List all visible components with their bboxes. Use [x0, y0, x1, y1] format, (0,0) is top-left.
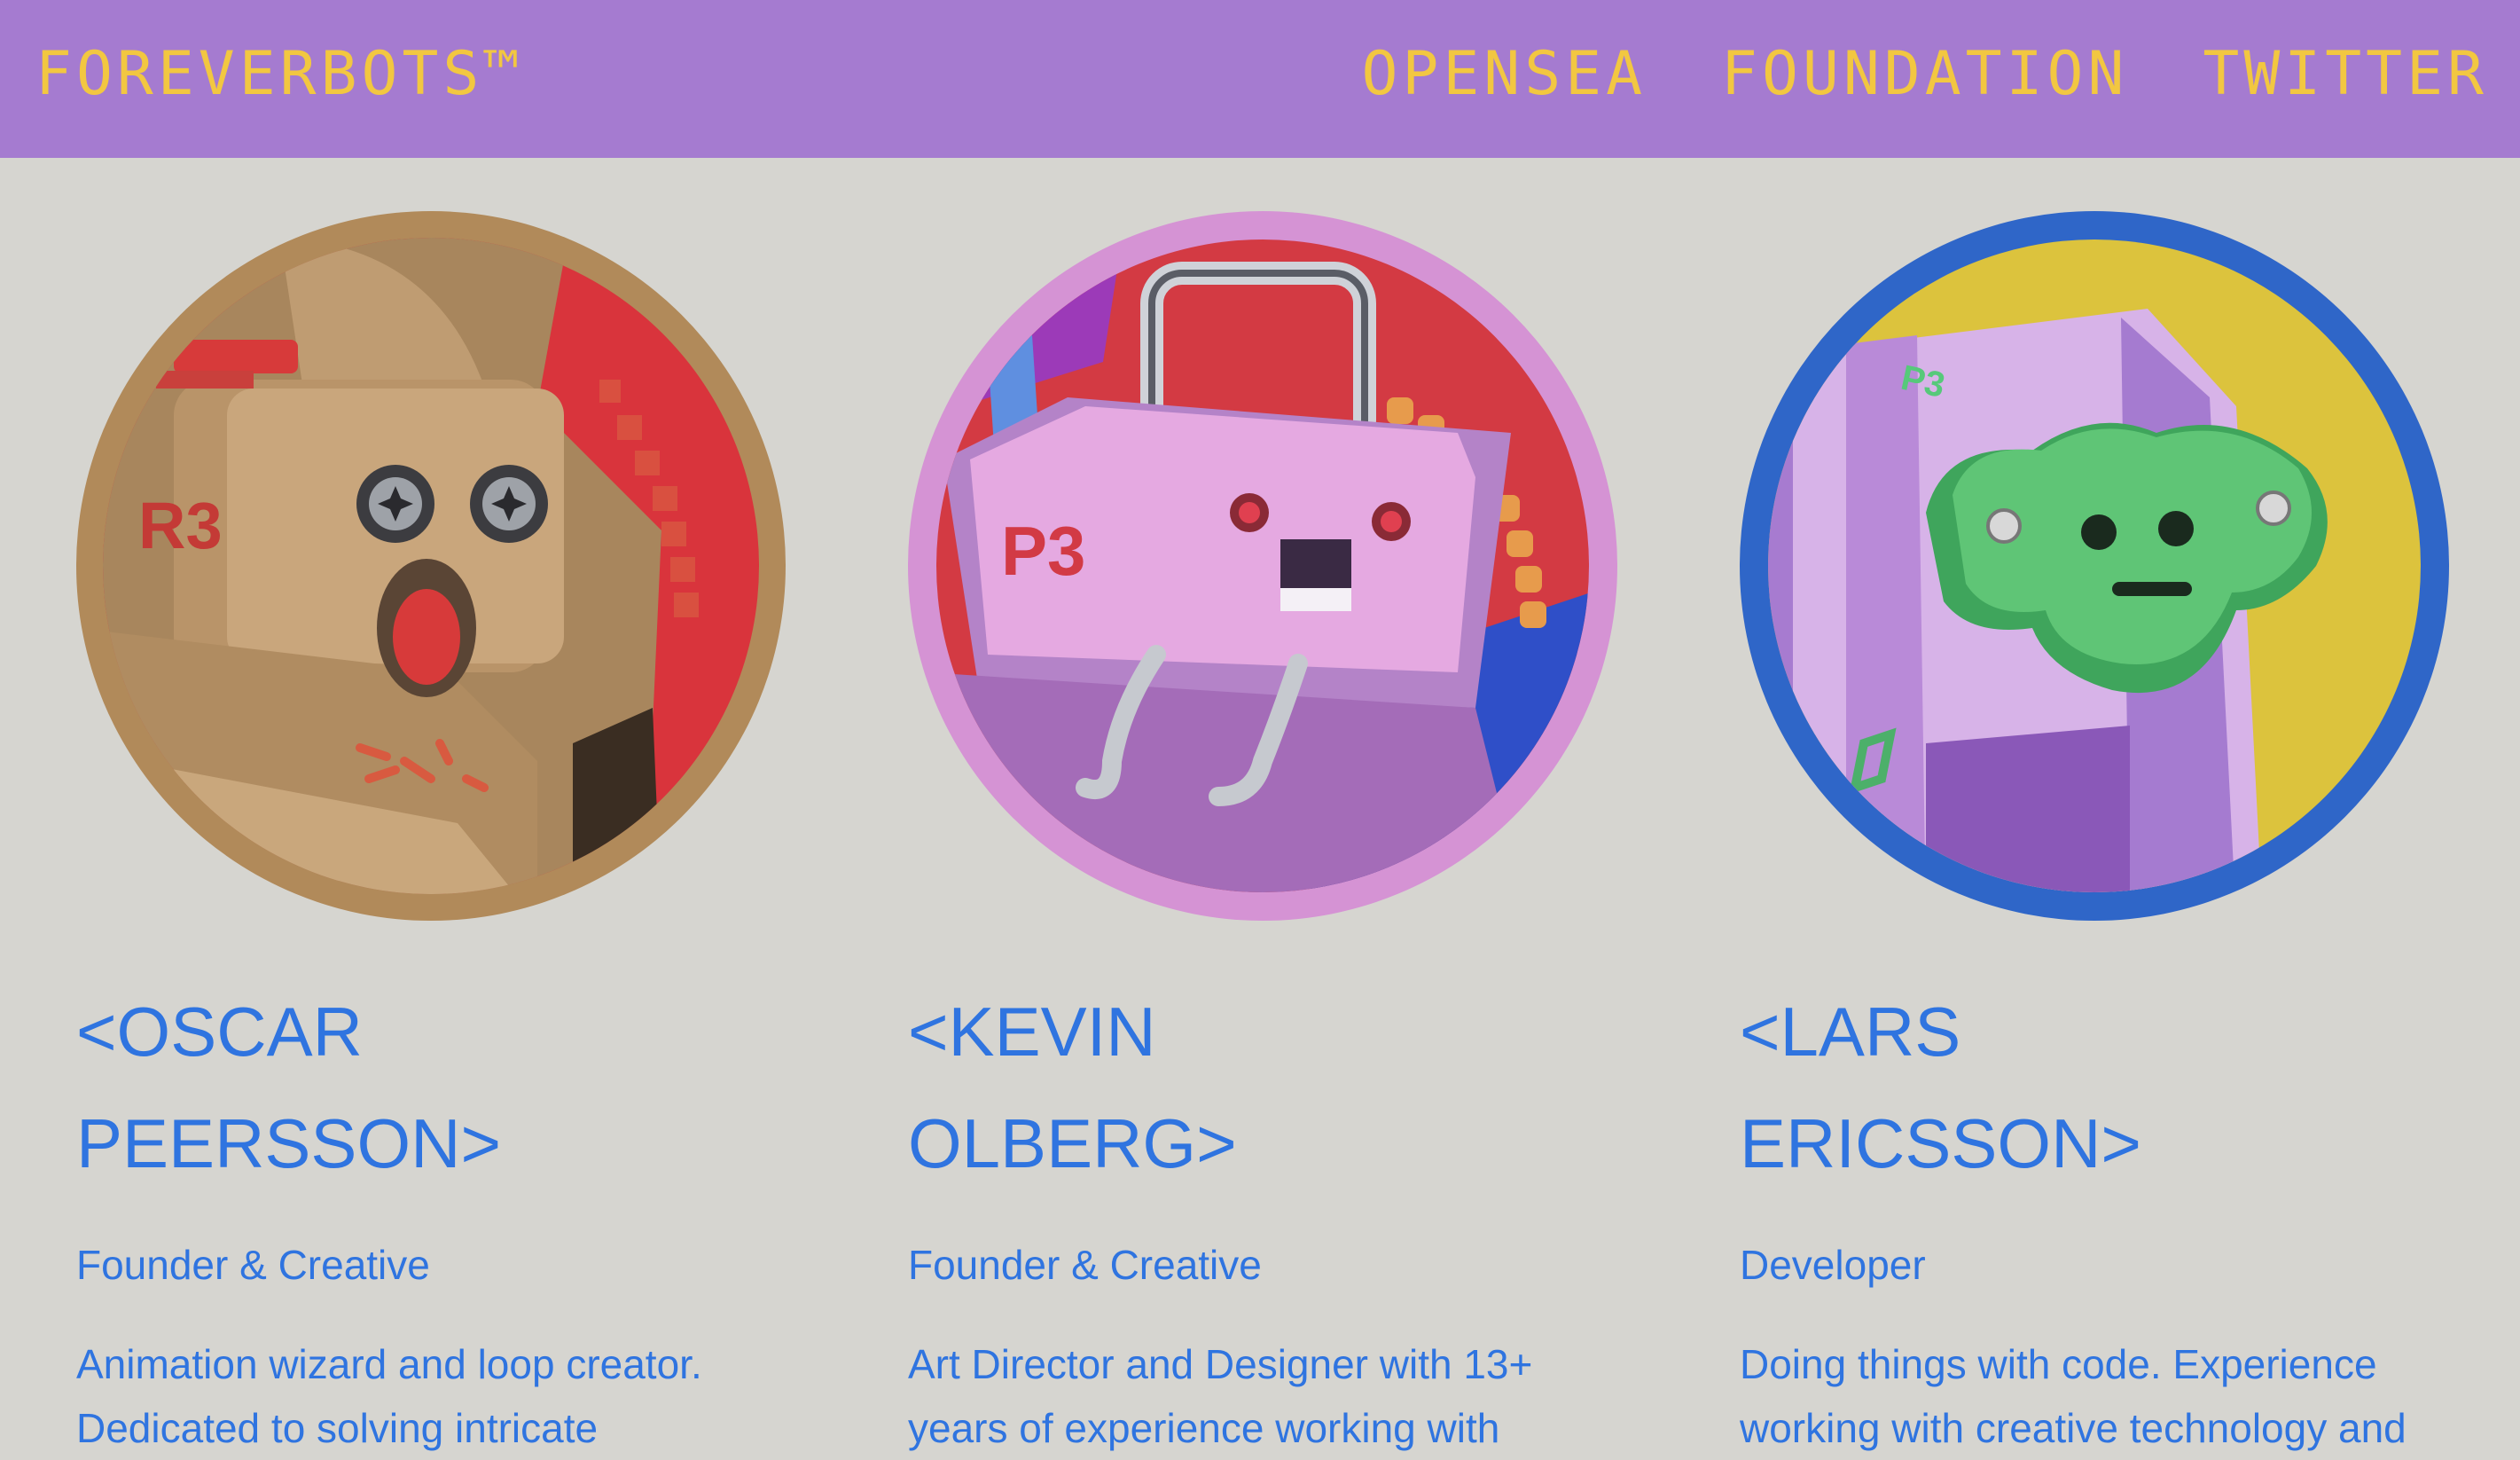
- member-name: <KEVIN OLBERG>: [908, 976, 1653, 1199]
- member-bio-line1: Animation wizard and loop creator.: [76, 1341, 702, 1387]
- member-bio: Doing things with code. Experience worki…: [1740, 1332, 2485, 1460]
- member-role: Developer: [1740, 1242, 1926, 1288]
- nav-link-twitter[interactable]: TWITTER: [2203, 39, 2488, 109]
- team-member-card: R3 <OSCAR PEERSSON> Founder & Creative A…: [76, 211, 821, 1460]
- member-bio-line1: Doing things with code. Experience: [1740, 1341, 2377, 1387]
- r3-label: R3: [138, 489, 223, 562]
- p3-label: P3: [1001, 512, 1085, 590]
- member-bio: Animation wizard and loop creator. Dedic…: [76, 1332, 821, 1460]
- member-name-line1: <KEVIN: [908, 993, 1156, 1071]
- member-bio-line2: years of experience working with: [908, 1405, 1500, 1451]
- top-nav-bar: FOREVERBOTS™ OPENSEA FOUNDATION TWITTER: [0, 0, 2520, 158]
- member-bio: Art Director and Designer with 13+ years…: [908, 1332, 1653, 1460]
- member-bio-line1: Art Director and Designer with 13+: [908, 1341, 1533, 1387]
- member-name-line1: <OSCAR: [76, 993, 363, 1071]
- member-name-line2: OLBERG>: [908, 1104, 1237, 1182]
- nav-link-opensea[interactable]: OPENSEA: [1361, 39, 1647, 109]
- team-member-card: P3 <KEVIN OLBERG> Founder & Creative Art…: [908, 211, 1653, 1460]
- member-bio-line2: working with creative technology and: [1740, 1405, 2407, 1451]
- robot-avatar-r3: R3: [76, 211, 786, 921]
- robot-avatar-p3-green: P3: [1740, 211, 2449, 921]
- member-name-line2: ERICSSON>: [1740, 1104, 2141, 1182]
- member-role: Founder & Creative: [908, 1242, 1262, 1288]
- nav-link-foundation[interactable]: FOUNDATION: [1721, 39, 2128, 109]
- member-name-line2: PEERSSON>: [76, 1104, 502, 1182]
- member-bio-line2: Dedicated to solving intricate: [76, 1405, 599, 1451]
- member-name-line1: <LARS: [1740, 993, 1961, 1071]
- member-name: <OSCAR PEERSSON>: [76, 976, 821, 1199]
- main-nav: OPENSEA FOUNDATION TWITTER: [1361, 39, 2488, 109]
- member-name: <LARS ERICSSON>: [1740, 976, 2485, 1199]
- team-member-card: P3 <LARS ERICSSON> Developer Doing thing…: [1740, 211, 2485, 1460]
- brand-logo-link[interactable]: FOREVERBOTS™: [35, 39, 524, 109]
- member-role: Founder & Creative: [76, 1242, 430, 1288]
- robot-avatar-p3-pink: P3: [908, 211, 1617, 921]
